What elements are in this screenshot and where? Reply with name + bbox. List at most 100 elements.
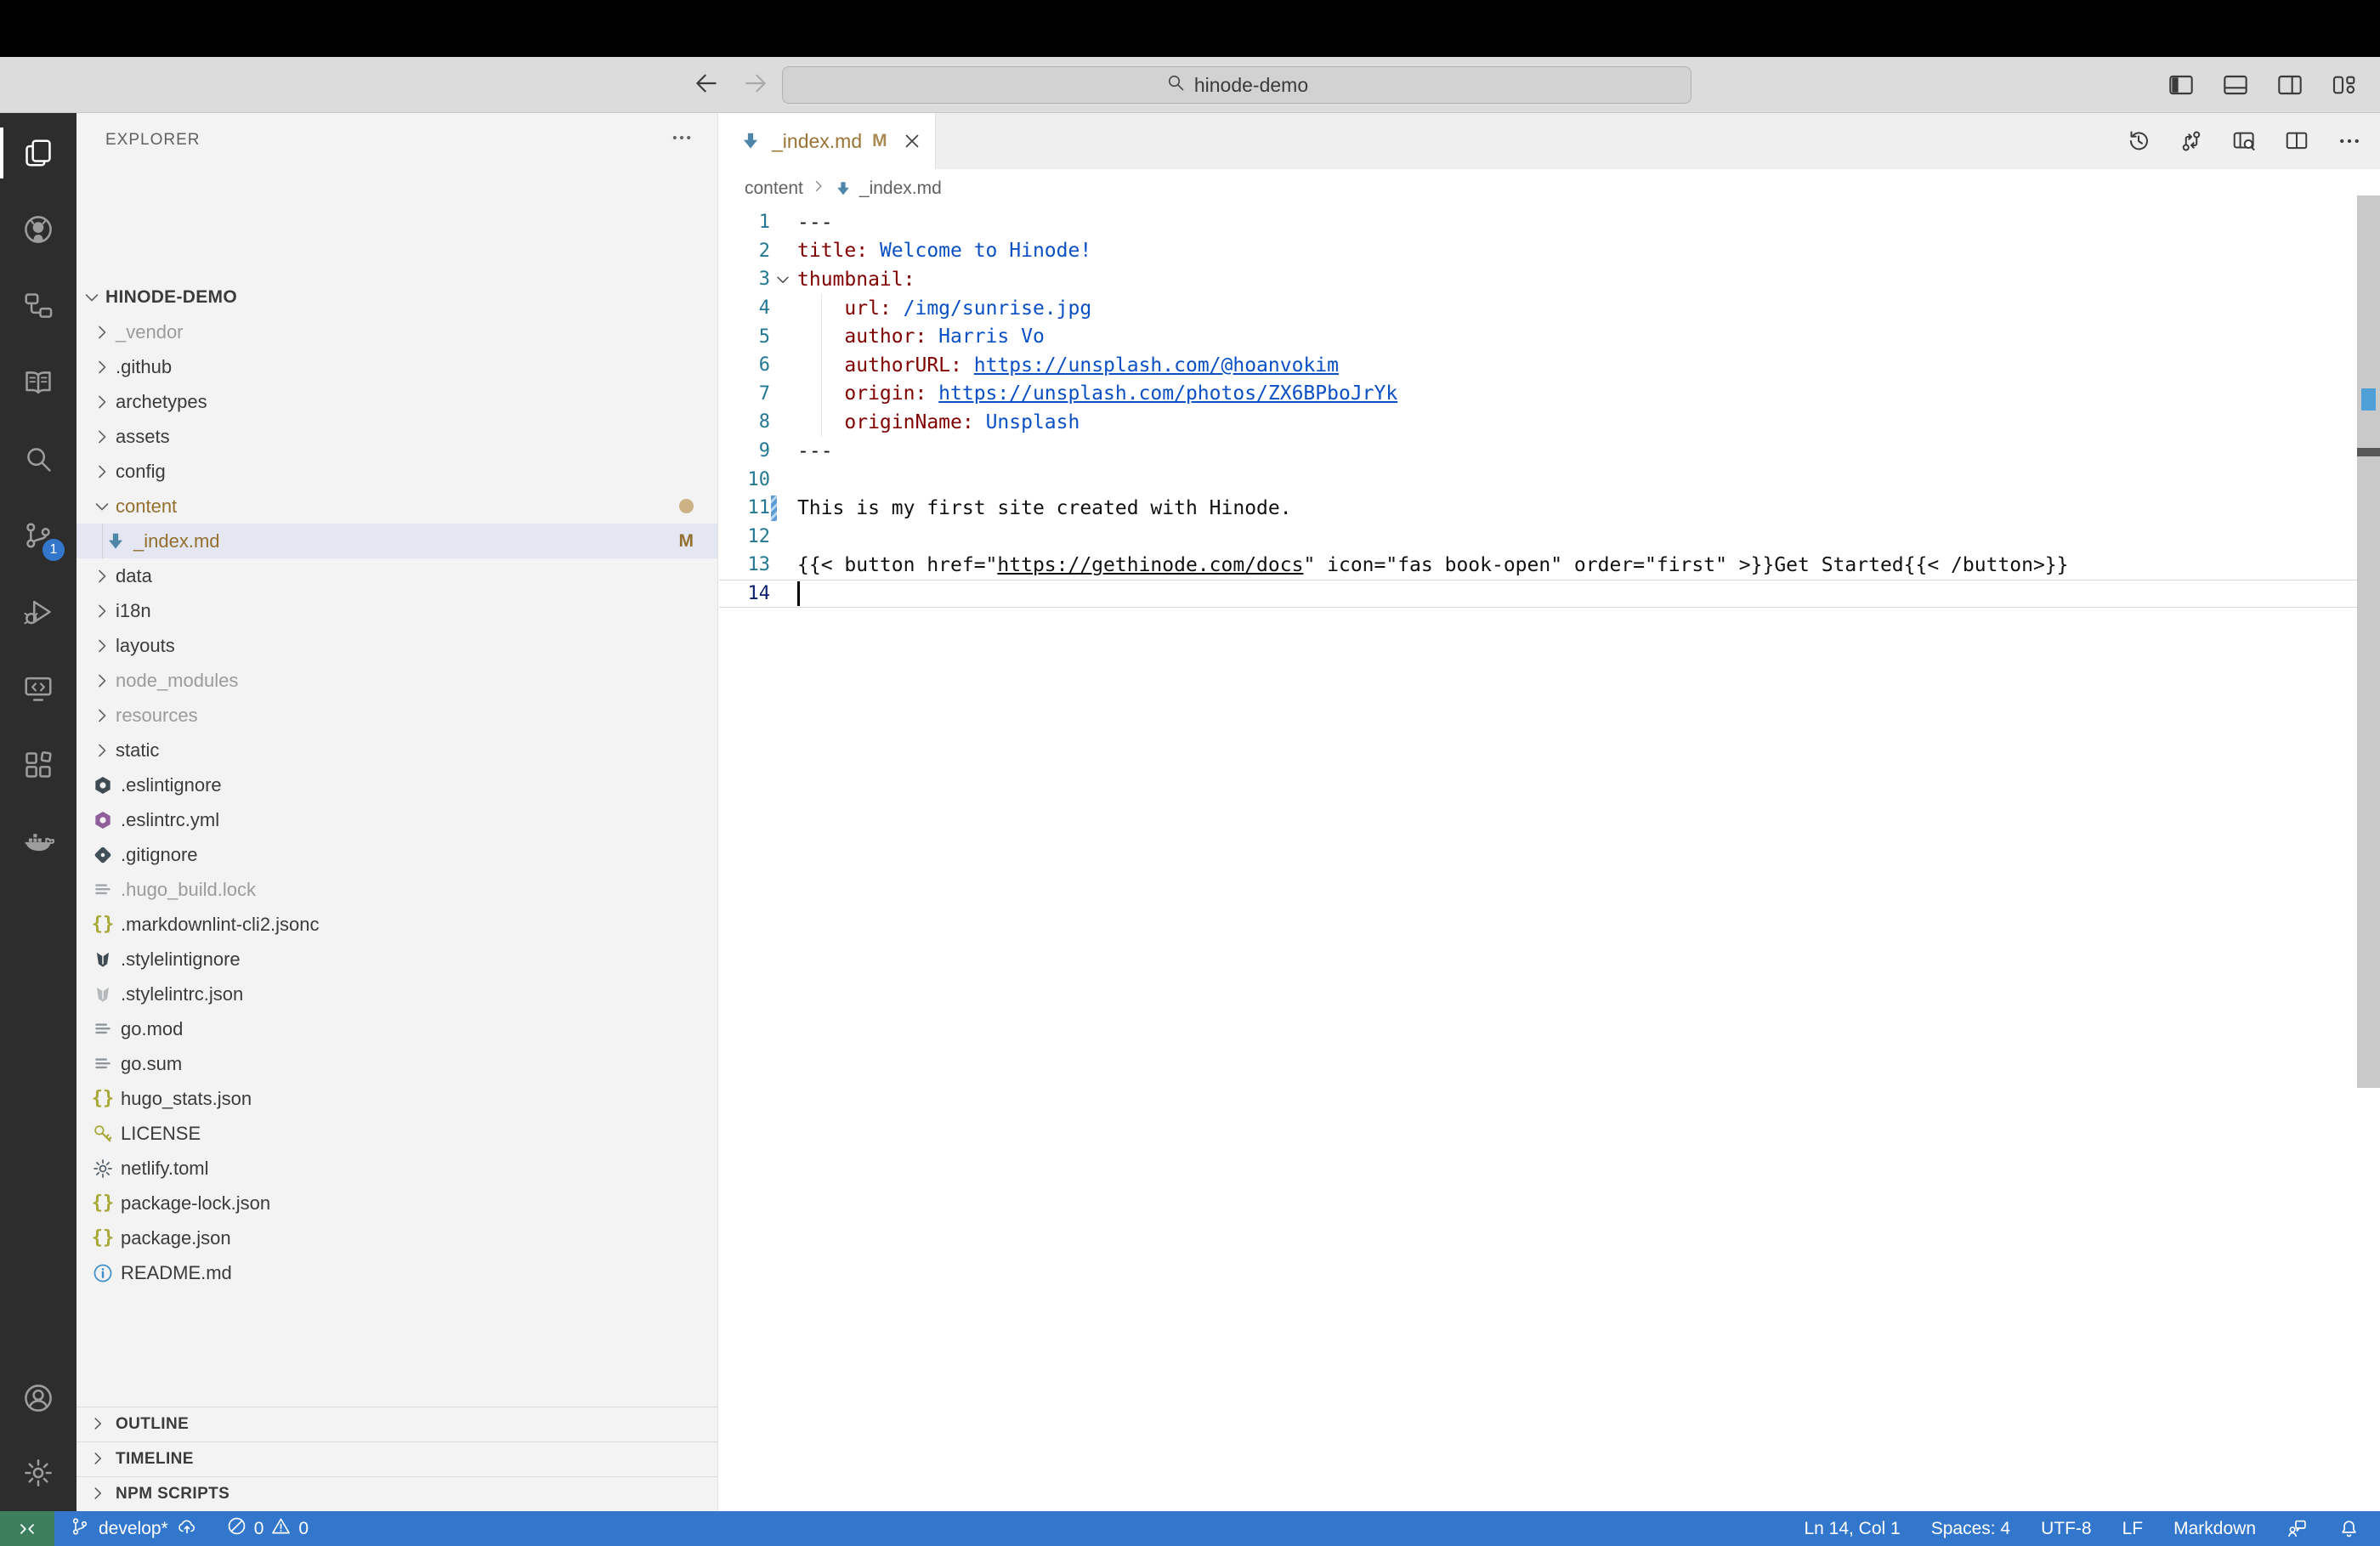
tree-item-netlify-toml[interactable]: netlify.toml <box>76 1151 717 1186</box>
line-number: 6 <box>719 354 770 376</box>
panel-timeline[interactable]: TIMELINE <box>76 1441 717 1476</box>
status-encoding[interactable]: UTF-8 <box>2041 1519 2092 1539</box>
activity-bar-search-icon[interactable] <box>0 423 76 495</box>
notifications-bell-icon[interactable] <box>2338 1518 2360 1539</box>
code-line-1[interactable]: 1--- <box>719 208 2380 237</box>
navigate-forward-icon[interactable] <box>742 70 769 101</box>
activity-bar-extensions-icon[interactable] <box>0 729 76 801</box>
toggle-secondary-sidebar-icon[interactable] <box>2273 68 2307 102</box>
gear-icon <box>92 1158 114 1180</box>
open-preview-icon[interactable] <box>2229 126 2259 156</box>
activity-bar-remote-explorer-icon[interactable] <box>0 653 76 724</box>
tree-item-go-mod[interactable]: go.mod <box>76 1011 717 1046</box>
tree-item--hugo-build-lock[interactable]: .hugo_build.lock <box>76 872 717 907</box>
tree-item--index-md[interactable]: _index.mdM <box>76 524 717 558</box>
status-indentation[interactable]: Spaces: 4 <box>1931 1519 2010 1539</box>
tree-item--stylelintignore[interactable]: .stylelintignore <box>76 942 717 977</box>
code-line-6[interactable]: 6 authorURL: https://unsplash.com/@hoanv… <box>719 351 2380 380</box>
toggle-panel-icon[interactable] <box>2218 68 2252 102</box>
activity-bar-settings-icon[interactable] <box>0 1437 76 1509</box>
scm-badge: 1 <box>42 539 65 561</box>
tree-item-i18n[interactable]: i18n <box>76 593 717 628</box>
tree-item-readme-md[interactable]: README.md <box>76 1255 717 1290</box>
remote-indicator[interactable] <box>0 1511 54 1546</box>
activity-bar-references-icon[interactable] <box>0 270 76 342</box>
code-line-8[interactable]: 8 originName: Unsplash <box>719 408 2380 437</box>
line-content: author: Harris Vo <box>796 322 1045 351</box>
tree-item-label: go.mod <box>121 1018 183 1040</box>
code-editor[interactable]: 1---2title: Welcome to Hinode!3thumbnail… <box>719 208 2380 608</box>
activity-bar-account-icon[interactable] <box>0 1362 76 1434</box>
code-line-10[interactable]: 10 <box>719 465 2380 494</box>
explorer-more-actions-icon[interactable] <box>670 126 694 155</box>
panel-npm-scripts[interactable]: NPM SCRIPTS <box>76 1476 717 1511</box>
code-line-4[interactable]: 4 url: /img/sunrise.jpg <box>719 294 2380 323</box>
scrollbar[interactable] <box>2357 195 2380 1088</box>
close-tab-icon[interactable] <box>901 130 923 152</box>
customize-layout-icon[interactable] <box>2327 68 2361 102</box>
feedback-icon[interactable] <box>2286 1518 2308 1539</box>
code-line-3[interactable]: 3thumbnail: <box>719 265 2380 294</box>
code-line-2[interactable]: 2title: Welcome to Hinode! <box>719 237 2380 266</box>
navigate-back-icon[interactable] <box>693 70 720 101</box>
status-language-mode[interactable]: Markdown <box>2173 1519 2256 1539</box>
overview-ruler-modified-marker <box>2361 388 2376 411</box>
chevron-down-icon <box>92 496 112 517</box>
tree-item--github[interactable]: .github <box>76 349 717 384</box>
tree-item-label: LICENSE <box>121 1123 201 1145</box>
toggle-primary-sidebar-icon[interactable] <box>2164 68 2198 102</box>
tree-item-package-lock-json[interactable]: {}package-lock.json <box>76 1186 717 1220</box>
tree-item--eslintrc-yml[interactable]: .eslintrc.yml <box>76 802 717 837</box>
code-line-13[interactable]: 13{{< button href="https://gethinode.com… <box>719 551 2380 580</box>
breadcrumb-file[interactable]: _index.md <box>859 178 942 199</box>
code-line-12[interactable]: 12 <box>719 523 2380 552</box>
activity-bar-github-icon[interactable] <box>0 194 76 265</box>
timeline-history-icon[interactable] <box>2123 126 2154 156</box>
tree-item-hugo-stats-json[interactable]: {}hugo_stats.json <box>76 1081 717 1116</box>
tree-item-package-json[interactable]: {}package.json <box>76 1220 717 1255</box>
code-line-5[interactable]: 5 author: Harris Vo <box>719 322 2380 351</box>
tree-item-node-modules[interactable]: node_modules <box>76 663 717 698</box>
command-center-search[interactable]: hinode-demo <box>782 66 1692 104</box>
git-branch-status[interactable]: develop* <box>70 1516 197 1542</box>
tree-item-resources[interactable]: resources <box>76 698 717 733</box>
tree-item-content[interactable]: content <box>76 489 717 524</box>
activity-bar-docs-icon[interactable] <box>0 347 76 418</box>
top-black-bar <box>0 0 2380 57</box>
split-editor-icon[interactable] <box>2281 126 2312 156</box>
tree-item-go-sum[interactable]: go.sum <box>76 1046 717 1081</box>
code-line-7[interactable]: 7 origin: https://unsplash.com/photos/ZX… <box>719 380 2380 409</box>
activity-bar-explorer-icon[interactable] <box>0 117 76 189</box>
tree-item-license[interactable]: LICENSE <box>76 1116 717 1151</box>
status-eol[interactable]: LF <box>2122 1519 2144 1539</box>
breadcrumb-folder[interactable]: content <box>745 178 803 199</box>
tree-item-assets[interactable]: assets <box>76 419 717 454</box>
editor-area: _index.md M content _index.md 1---2title… <box>719 113 2380 1511</box>
tree-item-archetypes[interactable]: archetypes <box>76 384 717 419</box>
problems-status[interactable]: 0 0 <box>226 1515 309 1542</box>
code-line-14[interactable]: 14 <box>719 580 2380 609</box>
activity-bar-docker-icon[interactable] <box>0 806 76 877</box>
tree-item-label: .github <box>116 356 172 378</box>
tree-item-config[interactable]: config <box>76 454 717 489</box>
tree-item--stylelintrc-json[interactable]: .stylelintrc.json <box>76 977 717 1011</box>
tree-item--markdownlint-cli2-jsonc[interactable]: {}.markdownlint-cli2.jsonc <box>76 907 717 942</box>
panel-outline[interactable]: OUTLINE <box>76 1407 717 1441</box>
open-changes-icon[interactable] <box>2176 126 2207 156</box>
tree-item--eslintignore[interactable]: .eslintignore <box>76 767 717 802</box>
activity-bar-source-control-icon[interactable]: 1 <box>0 500 76 571</box>
tree-item--gitignore[interactable]: .gitignore <box>76 837 717 872</box>
tab-index-md[interactable]: _index.md M <box>719 113 936 169</box>
tree-item-hinode-demo[interactable]: HINODE-DEMO <box>76 280 717 314</box>
code-line-11[interactable]: 11This is my first site created with Hin… <box>719 494 2380 523</box>
tree-item-data[interactable]: data <box>76 558 717 593</box>
activity-bar-run-debug-icon[interactable] <box>0 576 76 648</box>
code-line-9[interactable]: 9--- <box>719 437 2380 466</box>
tree-item-static[interactable]: static <box>76 733 717 767</box>
tree-item--vendor[interactable]: _vendor <box>76 314 717 349</box>
status-cursor-position[interactable]: Ln 14, Col 1 <box>1804 1519 1900 1539</box>
more-actions-icon[interactable] <box>2334 126 2365 156</box>
tree-item-layouts[interactable]: layouts <box>76 628 717 663</box>
search-icon <box>1165 72 1186 98</box>
explorer-sidebar: EXPLORER HINODE-DEMO_vendor.githubarchet… <box>76 113 718 1511</box>
